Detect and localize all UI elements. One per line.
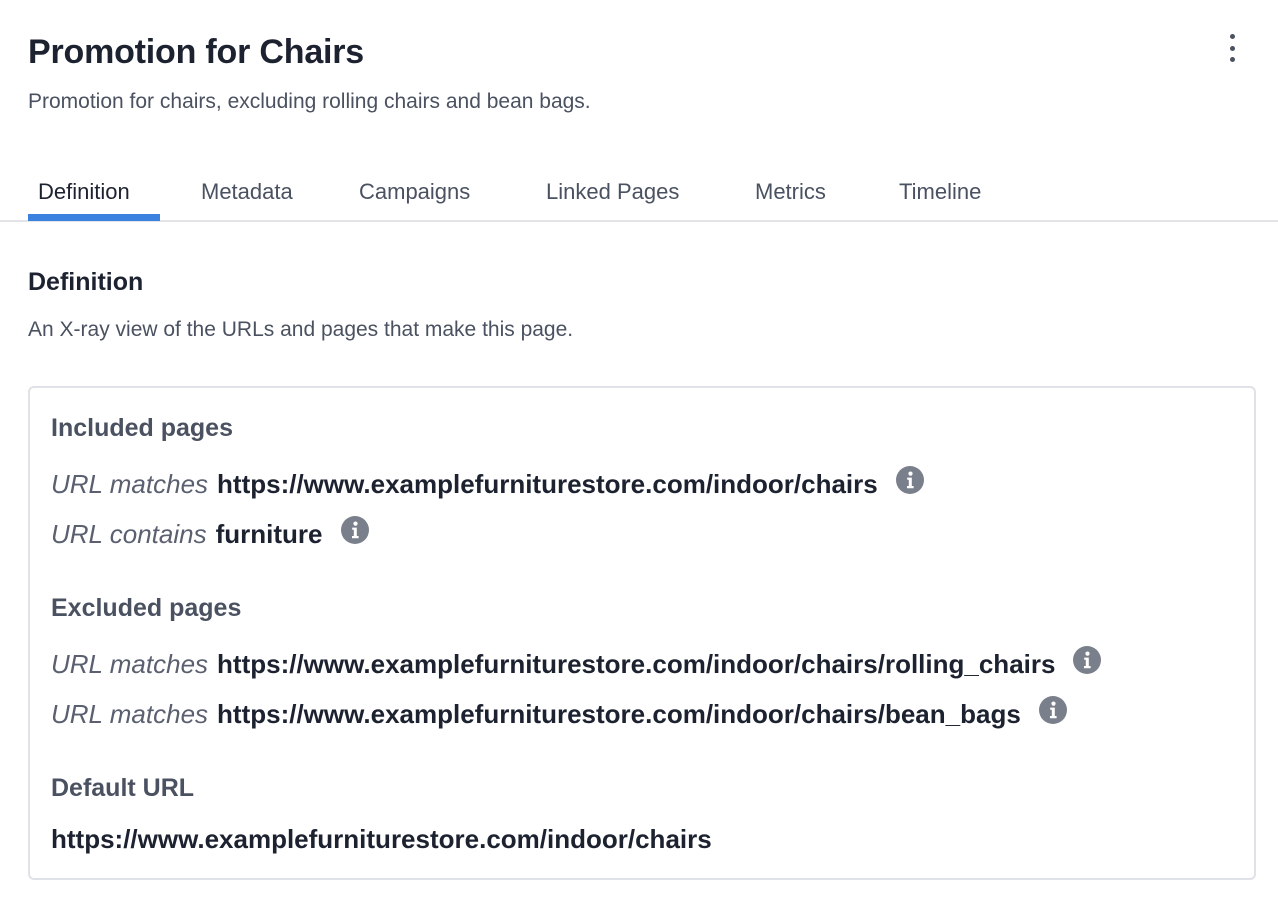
tab-metadata[interactable]: Metadata: [201, 177, 293, 207]
info-icon[interactable]: [1073, 646, 1102, 674]
rule-operator: URL matches: [51, 699, 209, 729]
included-rule: URL contains furniture: [51, 516, 369, 551]
more-vertical-icon[interactable]: [1226, 34, 1238, 62]
included-rule: URL matches https://www.examplefurniture…: [51, 466, 924, 501]
rule-operator: URL matches: [51, 469, 209, 499]
tab-definition[interactable]: Definition: [38, 177, 130, 207]
default-url-value: https://www.examplefurniturestore.com/in…: [51, 824, 712, 854]
included-pages-title: Included pages: [51, 414, 233, 442]
tab-timeline[interactable]: Timeline: [899, 177, 981, 207]
default-url-title: Default URL: [51, 774, 195, 802]
rule-value: https://www.examplefurniturestore.com/in…: [217, 649, 1056, 679]
info-icon[interactable]: [1038, 696, 1067, 724]
info-icon[interactable]: [895, 466, 924, 494]
rule-value: https://www.examplefurniturestore.com/in…: [217, 699, 1021, 729]
section-description: An X-ray view of the URLs and pages that…: [28, 318, 574, 341]
excluded-pages-title: Excluded pages: [51, 594, 242, 622]
tab-campaigns[interactable]: Campaigns: [359, 177, 470, 207]
info-icon[interactable]: [340, 516, 369, 544]
excluded-rule: URL matches https://www.examplefurniture…: [51, 646, 1102, 681]
excluded-rule: URL matches https://www.examplefurniture…: [51, 696, 1067, 731]
page: Promotion for Chairs Promotion for chair…: [0, 0, 1278, 906]
rule-value: furniture: [215, 519, 323, 549]
definition-card: Included pages URL matches https://www.e…: [28, 386, 1256, 880]
page-header: Promotion for Chairs Promotion for chair…: [28, 30, 1250, 116]
rule-operator: URL matches: [51, 649, 209, 679]
page-subtitle: Promotion for chairs, excluding rolling …: [28, 90, 591, 113]
section-title: Definition: [28, 268, 144, 296]
rule-value: https://www.examplefurniturestore.com/in…: [217, 469, 878, 499]
tab-linked-pages[interactable]: Linked Pages: [546, 177, 679, 207]
rule-operator: URL contains: [51, 519, 207, 549]
active-tab-indicator: [28, 214, 160, 221]
tab-bar: Definition Metadata Campaigns Linked Pag…: [0, 168, 1278, 222]
tab-metrics[interactable]: Metrics: [755, 177, 826, 207]
page-title: Promotion for Chairs: [28, 33, 365, 71]
